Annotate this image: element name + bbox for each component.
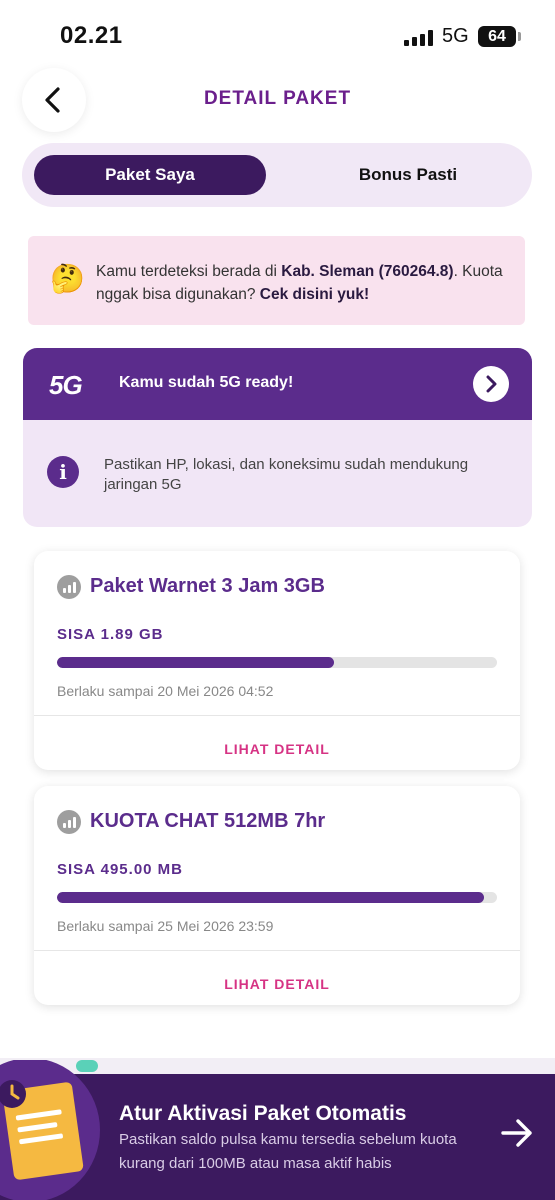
banner-subtitle: Pastikan saldo pulsa kamu tersedia sebel… [119, 1131, 457, 1172]
tab-bonus-pasti[interactable]: Bonus Pasti [292, 155, 524, 195]
divider [34, 950, 520, 951]
notice-link[interactable]: Cek disini yuk! [260, 286, 369, 303]
battery-icon: 64 [478, 26, 521, 47]
arrow-right-icon[interactable] [500, 1118, 534, 1148]
signal-bars-icon [57, 575, 81, 599]
cellular-signal-icon [404, 30, 434, 46]
chevron-right-icon[interactable] [473, 366, 509, 402]
lihat-detail-button[interactable]: LIHAT DETAIL [34, 741, 520, 757]
package-name: KUOTA CHAT 512MB 7hr [90, 810, 326, 832]
notice-location: Kab. Sleman (760264.8) [281, 263, 454, 280]
package-validity: Berlaku sampai 20 Mei 2026 04:52 [57, 683, 274, 699]
status-bar: 02.21 5G 64 [0, 0, 555, 70]
package-progress-fill [57, 892, 484, 903]
notice-text: Kamu terdeteksi berada di Kab. Sleman (7… [96, 260, 516, 306]
5g-title: Kamu sudah 5G ready! [119, 374, 294, 391]
5g-description: Pastikan HP, lokasi, dan koneksimu sudah… [104, 456, 469, 493]
package-card: KUOTA CHAT 512MB 7hr SISA 495.00 MB Berl… [34, 786, 520, 1005]
package-validity: Berlaku sampai 25 Mei 2026 23:59 [57, 918, 274, 934]
banner-title: Atur Aktivasi Paket Otomatis [119, 1102, 407, 1125]
package-progress-fill [57, 657, 335, 668]
package-name: Paket Warnet 3 Jam 3GB [90, 575, 325, 597]
package-remaining: SISA 495.00 MB [57, 861, 183, 878]
document-clock-icon [0, 1060, 100, 1200]
page-title: DETAIL PAKET [203, 88, 352, 109]
auto-activation-banner[interactable]: Atur Aktivasi Paket Otomatis Pastikan sa… [0, 1060, 555, 1200]
status-time: 02.21 [60, 22, 123, 49]
tab-bar: Paket Saya Bonus Pasti [22, 143, 532, 207]
tab-paket-saya[interactable]: Paket Saya [34, 155, 266, 195]
signal-bars-icon [57, 810, 81, 834]
package-progress-bar [57, 892, 497, 903]
network-type: 5G [442, 25, 469, 47]
notice-text-part1: Kamu terdeteksi berada di [96, 263, 282, 280]
5g-logo-icon: 5G [49, 370, 83, 400]
5g-card: 5G Kamu sudah 5G ready! i Pastikan HP, l… [23, 348, 532, 527]
location-notice[interactable]: 🤔 Kamu terdeteksi berada di Kab. Sleman … [28, 236, 525, 325]
package-progress-bar [57, 657, 497, 668]
package-remaining: SISA 1.89 GB [57, 626, 164, 643]
package-card: Paket Warnet 3 Jam 3GB SISA 1.89 GB Berl… [34, 551, 520, 770]
divider [34, 715, 520, 716]
thinking-face-icon: 🤔 [50, 263, 85, 294]
lihat-detail-button[interactable]: LIHAT DETAIL [34, 976, 520, 992]
5g-ready-banner[interactable]: 5G Kamu sudah 5G ready! [23, 348, 532, 420]
info-icon: i [47, 456, 79, 488]
